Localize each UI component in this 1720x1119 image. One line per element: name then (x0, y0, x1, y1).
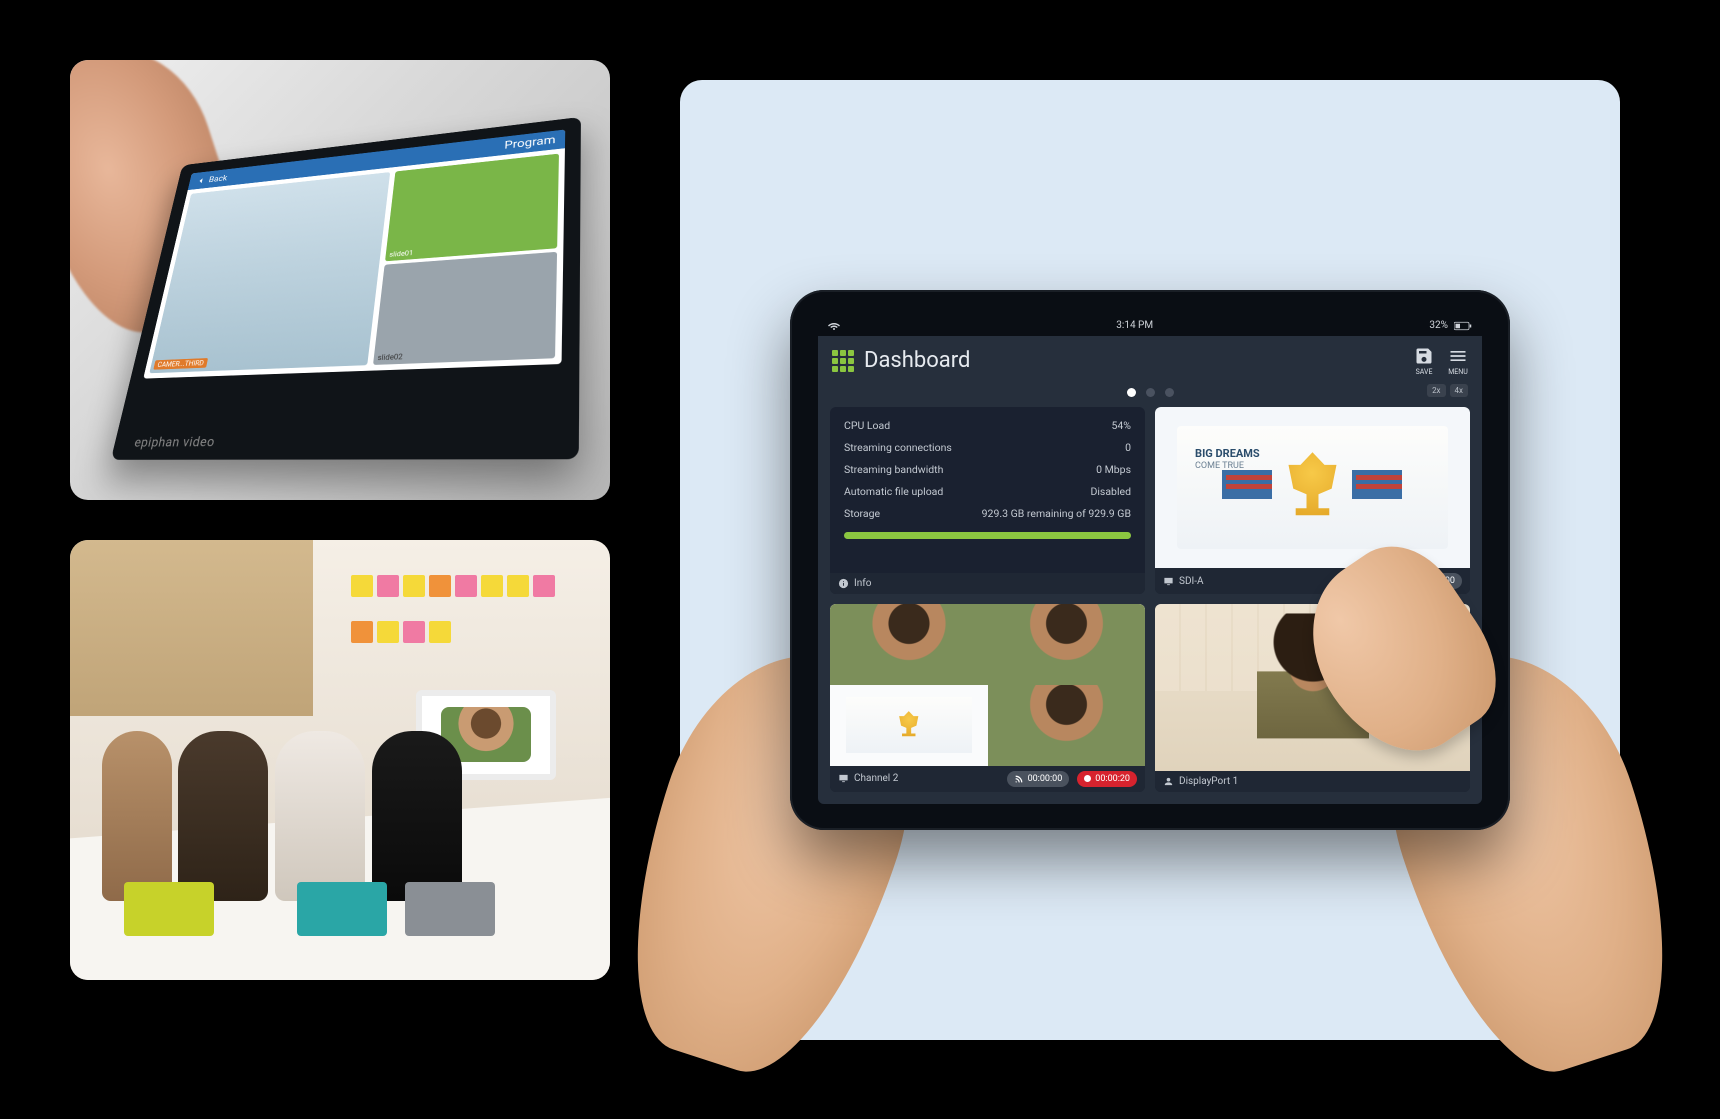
channel2-composite (830, 604, 1145, 766)
slide-tile-1[interactable]: slide01 (385, 154, 559, 262)
tablet-device: 3:14 PM 32% (790, 290, 1510, 830)
sdi-artwork: BIG DREAMS COME TRUE (1177, 426, 1448, 549)
person-illustration (275, 731, 365, 901)
video-thumbnail (988, 604, 1146, 685)
device-brand: epiphan video (133, 434, 216, 450)
video-thumbnail (988, 685, 1146, 766)
photo-meeting-room (70, 540, 610, 980)
person-illustration (372, 731, 462, 901)
page-dot-3[interactable] (1165, 388, 1174, 397)
video-thumbnail (830, 604, 988, 685)
monitor-icon (838, 773, 849, 784)
panel-info[interactable]: CPU Load 54% Streaming connections 0 Str… (830, 407, 1145, 595)
zoom-4x-button[interactable]: 4x (1450, 384, 1468, 397)
stream-icon (1014, 774, 1024, 784)
photo-device-closeup: Back Program CAMER...THIRD slide01 (70, 60, 610, 500)
panel-channel-2[interactable]: Channel 2 00:00:00 00:0 (830, 604, 1145, 792)
laptop-illustration (405, 882, 495, 936)
laptop-illustration (297, 882, 387, 936)
back-button[interactable]: Back (196, 173, 228, 186)
device-mock: Back Program CAMER...THIRD slide01 (111, 117, 581, 460)
zoom-2x-button[interactable]: 2x (1427, 384, 1445, 397)
menu-button[interactable]: MENU (1448, 346, 1468, 376)
info-icon (838, 578, 849, 589)
page-dot-2[interactable] (1146, 388, 1155, 397)
monitor-icon (1163, 576, 1174, 587)
stat-upload: Automatic file upload Disabled (844, 485, 1131, 498)
stat-connections: Streaming connections 0 (844, 441, 1131, 454)
tablet-statusbar: 3:14 PM 32% (818, 316, 1482, 336)
tablet-scene: 3:14 PM 32% (680, 80, 1620, 1040)
stat-storage: Storage 929.3 GB remaining of 929.9 GB (844, 507, 1131, 520)
page-title: Dashboard (864, 348, 970, 373)
sdi-footer-label: SDI-A (1163, 576, 1204, 587)
stat-bandwidth: Streaming bandwidth 0 Mbps (844, 463, 1131, 476)
battery-icon (1454, 321, 1472, 331)
books-icon (1352, 465, 1402, 509)
trophy-icon (1282, 452, 1342, 522)
slide-tile-2[interactable]: slide02 (373, 252, 557, 365)
channel2-footer-label: Channel 2 (838, 773, 898, 784)
laptop-illustration (124, 882, 214, 936)
stream-time-pill[interactable]: 00:00:00 (1007, 771, 1070, 787)
save-button[interactable]: SAVE (1414, 346, 1434, 376)
record-dot-icon (1084, 775, 1091, 782)
storage-bar (844, 532, 1131, 539)
books-icon (1222, 465, 1272, 509)
record-time-pill[interactable]: 00:00:20 (1077, 771, 1137, 787)
page-dot-1[interactable] (1127, 388, 1136, 397)
stat-cpu: CPU Load 54% (844, 419, 1131, 432)
wifi-icon (828, 320, 840, 332)
preview-tile[interactable]: CAMER...THIRD (150, 172, 391, 374)
back-label: Back (208, 173, 228, 184)
video-thumbnail (830, 685, 988, 766)
page-indicator[interactable]: 2x 4x (818, 384, 1482, 399)
preview-label: CAMER...THIRD (154, 359, 209, 371)
sticky-notes (351, 575, 556, 663)
statusbar-battery: 32% (1429, 320, 1448, 331)
device-touchscreen[interactable]: Back Program CAMER...THIRD slide01 (144, 130, 566, 380)
person-illustration (178, 731, 268, 901)
person-illustration (102, 731, 172, 901)
displayport-footer-label: DisplayPort 1 (1163, 776, 1238, 787)
statusbar-time: 3:14 PM (1116, 320, 1153, 331)
app-logo-icon (832, 350, 854, 372)
info-footer: Info (838, 578, 871, 589)
person-icon (1163, 776, 1174, 787)
app-header: Dashboard SAVE MENU (818, 336, 1482, 384)
